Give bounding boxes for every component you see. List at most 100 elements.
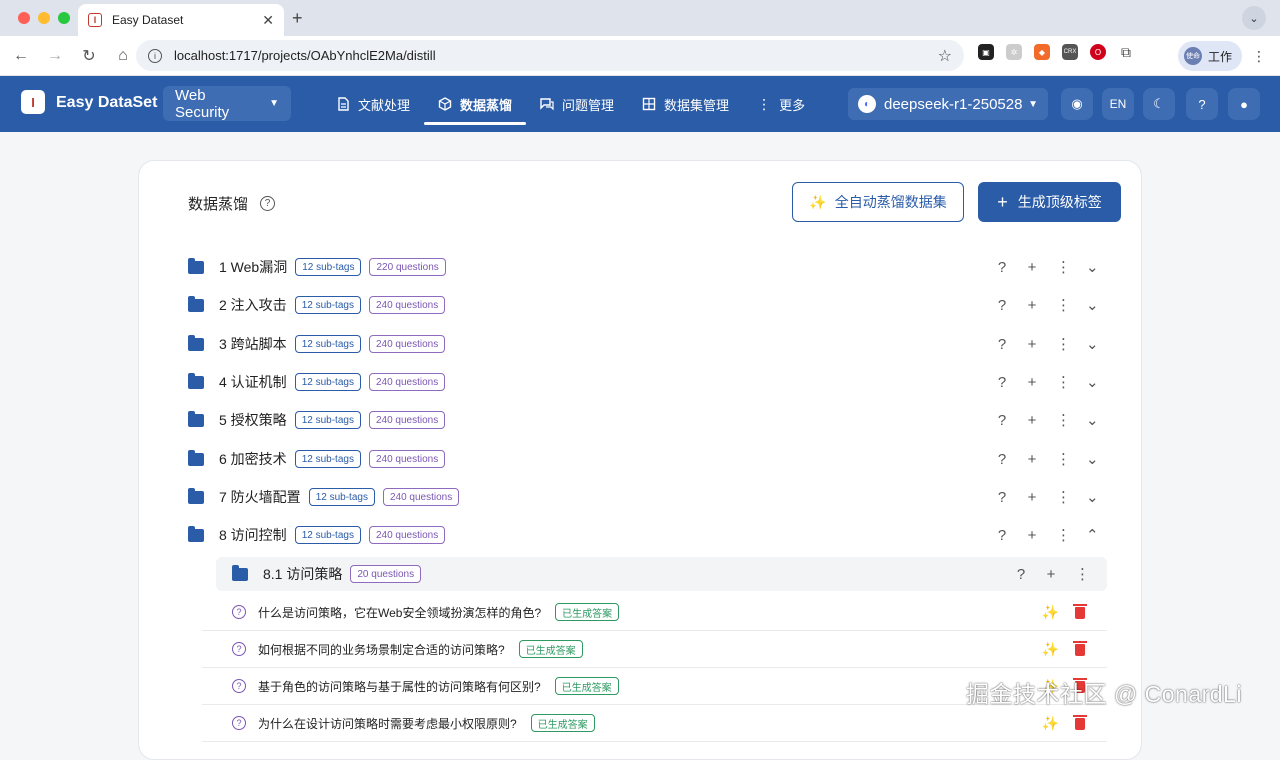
- chevron-down-icon[interactable]: ⌄: [1086, 335, 1099, 353]
- extension-icon[interactable]: ◆: [1034, 44, 1050, 60]
- plus-icon[interactable]: +: [1026, 374, 1038, 391]
- help-icon[interactable]: ?: [260, 196, 276, 211]
- trash-icon[interactable]: [1073, 603, 1087, 619]
- github-button[interactable]: ●: [1228, 88, 1260, 120]
- row-actions: ? + ⋮ ⌄: [996, 401, 1099, 439]
- more-vertical-icon[interactable]: ⋮: [1056, 373, 1071, 391]
- extension-icon[interactable]: O: [1090, 44, 1106, 60]
- new-tab-icon[interactable]: +: [292, 8, 303, 29]
- question-row[interactable]: ? 为什么在设计访问策略时需要考虑最小权限原则? 已生成答案 ✨: [202, 705, 1107, 742]
- model-selector[interactable]: ◐ deepseek-r1-250528 ▼: [848, 88, 1048, 120]
- question-actions: ✨: [1042, 705, 1087, 742]
- minimize-window-button[interactable]: [38, 12, 50, 24]
- tag-row[interactable]: 4 认证机制 12 sub-tags 240 questions ? + ⋮ ⌄: [188, 363, 1099, 401]
- chevron-down-icon[interactable]: ⌄: [1086, 373, 1099, 391]
- chevron-down-icon[interactable]: ⌄: [1086, 488, 1099, 506]
- question-mark-icon[interactable]: ?: [996, 336, 1008, 353]
- subtag-row[interactable]: 8.1 访问策略 20 questions ? + ⋮: [216, 557, 1107, 591]
- more-vertical-icon[interactable]: ⋮: [1056, 296, 1071, 314]
- site-info-icon[interactable]: i: [148, 48, 162, 63]
- browser-tab[interactable]: I Easy Dataset ✕: [78, 4, 284, 36]
- question-mark-icon[interactable]: ?: [996, 412, 1008, 429]
- question-row[interactable]: ? 如何根据不同的业务场景制定合适的访问策略? 已生成答案 ✨: [202, 631, 1107, 668]
- chevron-up-icon[interactable]: ⌃: [1086, 526, 1099, 544]
- question-mark-icon[interactable]: ?: [996, 527, 1008, 544]
- plus-icon[interactable]: +: [1026, 336, 1038, 353]
- nav-docs[interactable]: 文献处理: [322, 76, 424, 132]
- browser-menu-icon[interactable]: ⋮: [1252, 48, 1266, 65]
- forward-icon[interactable]: →: [40, 41, 70, 71]
- extension-icon[interactable]: ✲: [1006, 44, 1022, 60]
- page-title: 数据蒸馏 ?: [188, 193, 276, 214]
- url-field[interactable]: i localhost:1717/projects/OAbYnhclE2Ma/d…: [136, 40, 964, 71]
- plus-icon[interactable]: +: [1026, 489, 1038, 506]
- subtag-count-badge: 12 sub-tags: [294, 526, 361, 544]
- nav-more[interactable]: ⋮ 更多: [743, 76, 819, 132]
- more-vertical-icon[interactable]: ⋮: [1056, 488, 1071, 506]
- nav-datasets[interactable]: 数据集管理: [628, 76, 743, 132]
- plus-icon[interactable]: +: [1026, 527, 1038, 544]
- question-mark-icon[interactable]: ?: [1015, 566, 1027, 583]
- trash-icon[interactable]: [1073, 640, 1087, 656]
- chevron-down-icon[interactable]: ⌄: [1086, 450, 1099, 468]
- profile-label: 工作: [1208, 49, 1233, 64]
- help-button[interactable]: ?: [1186, 88, 1218, 120]
- extension-icon[interactable]: CRX: [1062, 44, 1078, 60]
- tag-row[interactable]: 3 跨站脚本 12 sub-tags 240 questions ? + ⋮ ⌄: [188, 325, 1099, 363]
- puzzle-icon[interactable]: ⧉: [1118, 44, 1134, 60]
- more-vertical-icon[interactable]: ⋮: [1056, 411, 1071, 429]
- tag-row[interactable]: 5 授权策略 12 sub-tags 240 questions ? + ⋮ ⌄: [188, 401, 1099, 439]
- plus-icon[interactable]: +: [1026, 297, 1038, 314]
- question-mark-icon[interactable]: ?: [996, 489, 1008, 506]
- question-mark-icon[interactable]: ?: [996, 374, 1008, 391]
- tag-row[interactable]: 7 防火墙配置 12 sub-tags 240 questions ? + ⋮ ⌄: [188, 478, 1099, 516]
- question-mark-icon[interactable]: ?: [996, 259, 1008, 276]
- question-mark-icon[interactable]: ?: [996, 297, 1008, 314]
- reload-icon[interactable]: ↻: [74, 41, 104, 71]
- close-tab-icon[interactable]: ✕: [262, 12, 274, 29]
- app-header: I Easy DataSet Web Security ▼ 文献处理 数据蒸馏 …: [0, 76, 1280, 132]
- tab-search-icon[interactable]: ⌄: [1242, 6, 1266, 30]
- plus-icon[interactable]: +: [1026, 412, 1038, 429]
- language-button[interactable]: EN: [1102, 88, 1134, 120]
- plus-icon[interactable]: +: [1026, 259, 1038, 276]
- back-icon[interactable]: ←: [6, 41, 36, 71]
- answer-status-badge: 已生成答案: [555, 603, 620, 621]
- subtag-count-badge: 12 sub-tags: [294, 450, 361, 468]
- plus-icon[interactable]: +: [1045, 566, 1057, 583]
- maximize-window-button[interactable]: [58, 12, 70, 24]
- profile-button[interactable]: 使命 工作: [1178, 41, 1242, 71]
- more-vertical-icon[interactable]: ⋮: [1075, 565, 1090, 583]
- tag-row[interactable]: 1 Web漏洞 12 sub-tags 220 questions ? + ⋮ ⌄: [188, 248, 1099, 286]
- tag-row[interactable]: 6 加密技术 12 sub-tags 240 questions ? + ⋮ ⌄: [188, 440, 1099, 478]
- more-vertical-icon[interactable]: ⋮: [1056, 526, 1071, 544]
- chevron-down-icon[interactable]: ⌄: [1086, 258, 1099, 276]
- more-vertical-icon[interactable]: ⋮: [1056, 450, 1071, 468]
- chevron-down-icon: ▼: [1028, 98, 1038, 110]
- project-selector[interactable]: Web Security ▼: [163, 86, 291, 121]
- more-vertical-icon[interactable]: ⋮: [1056, 335, 1071, 353]
- trash-icon[interactable]: [1073, 714, 1087, 730]
- extension-icon[interactable]: ▣: [978, 44, 994, 60]
- bookmark-star-icon[interactable]: ☆: [938, 46, 952, 66]
- tag-row[interactable]: 2 注入攻击 12 sub-tags 240 questions ? + ⋮ ⌄: [188, 286, 1099, 324]
- question-mark-icon[interactable]: ?: [996, 451, 1008, 468]
- magic-wand-icon[interactable]: ✨: [1042, 715, 1059, 732]
- plus-icon[interactable]: +: [1026, 451, 1038, 468]
- more-vertical-icon[interactable]: ⋮: [1056, 258, 1071, 276]
- theme-toggle-button[interactable]: ☾: [1143, 88, 1175, 120]
- close-window-button[interactable]: [18, 12, 30, 24]
- question-row[interactable]: ? 什么是访问策略，它在Web安全领域扮演怎样的角色? 已生成答案 ✨: [202, 594, 1107, 631]
- chevron-down-icon[interactable]: ⌄: [1086, 296, 1099, 314]
- nav-distill[interactable]: 数据蒸馏: [424, 76, 527, 132]
- magic-wand-icon[interactable]: ✨: [1042, 604, 1059, 621]
- nav-questions[interactable]: 问题管理: [526, 76, 628, 132]
- chevron-down-icon[interactable]: ⌄: [1086, 411, 1099, 429]
- generate-top-tags-button[interactable]: + 生成顶级标签: [978, 182, 1121, 222]
- tag-row[interactable]: 8 访问控制 12 sub-tags 240 questions ? + ⋮ ⌃: [188, 516, 1099, 554]
- subtag-count-badge: 12 sub-tags: [295, 258, 362, 276]
- magic-wand-icon[interactable]: ✨: [1042, 641, 1059, 658]
- home-icon[interactable]: ⌂: [108, 41, 138, 71]
- auto-distill-button[interactable]: ✨ 全自动蒸馏数据集: [792, 182, 964, 222]
- task-status-button[interactable]: ◉: [1061, 88, 1093, 120]
